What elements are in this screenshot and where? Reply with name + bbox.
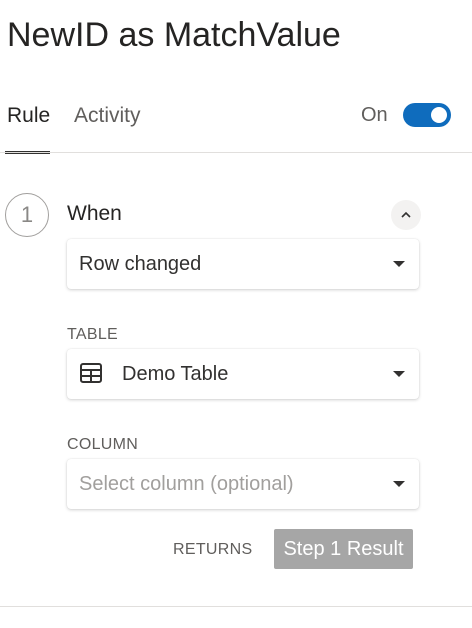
page-title: NewID as MatchValue	[7, 16, 341, 54]
trigger-event-value: Row changed	[79, 253, 202, 275]
table-dropdown[interactable]: Demo Table	[67, 349, 419, 399]
section-divider	[0, 606, 472, 607]
tab-bar: Rule Activity	[0, 100, 472, 154]
tab-rule[interactable]: Rule	[7, 104, 50, 128]
step-title: When	[67, 202, 122, 225]
column-dropdown[interactable]: Select column (optional)	[67, 459, 419, 509]
returns-label: RETURNS	[173, 541, 253, 558]
step-result-chip[interactable]: Step 1 Result	[274, 529, 413, 569]
table-icon	[80, 363, 102, 383]
chevron-up-icon	[401, 211, 411, 218]
caret-down-icon	[393, 481, 405, 487]
step-number-badge: 1	[5, 193, 49, 237]
table-value: Demo Table	[122, 363, 229, 385]
trigger-event-dropdown[interactable]: Row changed	[67, 239, 419, 289]
column-field-label: COLUMN	[67, 436, 139, 453]
collapse-step-button[interactable]	[391, 200, 421, 230]
rule-enabled-toggle[interactable]	[403, 103, 451, 127]
caret-down-icon	[393, 371, 405, 377]
toggle-knob	[431, 107, 447, 123]
tabs-divider	[0, 152, 472, 153]
table-field-label: TABLE	[67, 326, 118, 343]
rule-editor-panel: NewID as MatchValue Rule Activity On 1 W…	[0, 0, 472, 628]
column-placeholder: Select column (optional)	[79, 473, 294, 495]
caret-down-icon	[393, 261, 405, 267]
toggle-label: On	[361, 104, 388, 126]
tab-activity[interactable]: Activity	[74, 104, 141, 128]
